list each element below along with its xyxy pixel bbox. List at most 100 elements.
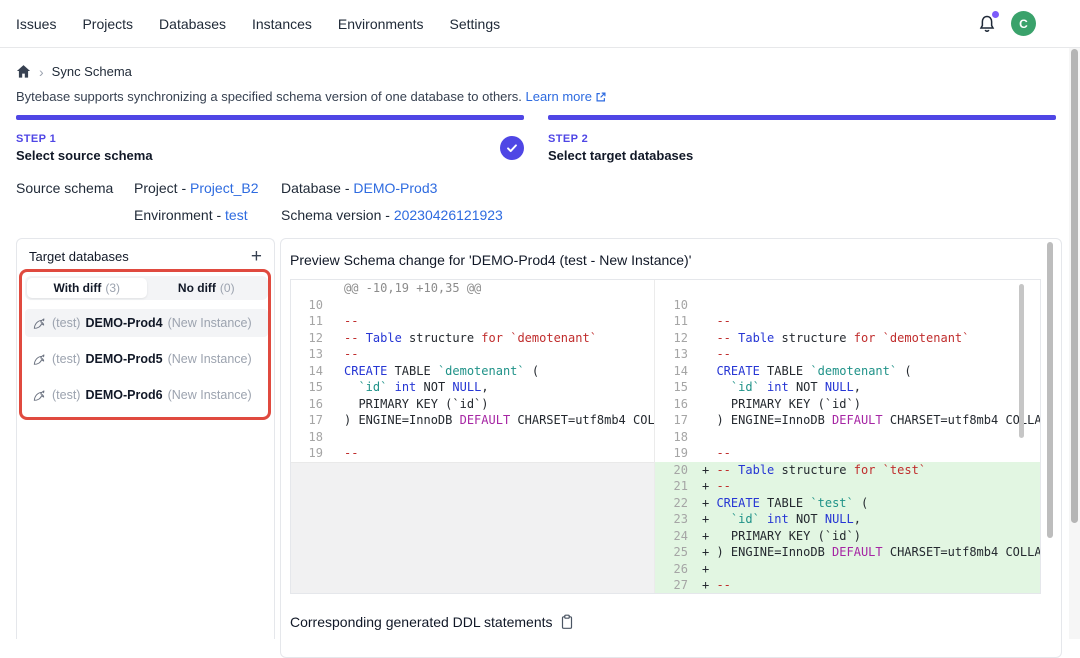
source-environment-field: Environment - test: [134, 207, 248, 223]
diff-row: 25+ ) ENGINE=InnoDB DEFAULT CHARSET=utf8…: [655, 544, 1040, 561]
project-label: Project -: [134, 180, 190, 196]
code-line: + --: [697, 478, 1040, 495]
code-line: +: [697, 561, 1040, 578]
line-number: 12: [655, 330, 697, 347]
step1: STEP 1 Select source schema: [16, 133, 153, 163]
diff-row: 23+ `id` int NOT NULL,: [655, 511, 1040, 528]
notification-badge: [992, 11, 999, 18]
diff-row: 17 ) ENGINE=InnoDB DEFAULT CHARSET=utf8m…: [655, 412, 1040, 429]
breadcrumb-page: Sync Schema: [52, 64, 132, 79]
code-line: PRIMARY KEY (`id`): [697, 396, 1040, 413]
line-number: [291, 280, 332, 297]
code-line: CREATE TABLE `demotenant` (: [332, 363, 654, 380]
breadcrumb: › Sync Schema: [16, 64, 132, 79]
code-line: `id` int NOT NULL,: [332, 379, 654, 396]
target-databases-title: Target databases: [29, 249, 129, 264]
project-link[interactable]: Project_B2: [190, 180, 258, 196]
intro-description: Bytebase supports synchronizing a specif…: [16, 89, 522, 104]
nav-item-databases[interactable]: Databases: [159, 16, 226, 32]
diff-row: 16 PRIMARY KEY (`id`): [291, 396, 654, 413]
diff-row: 12-- Table structure for `demotenant`: [291, 330, 654, 347]
schema-version-link[interactable]: 20230426121923: [394, 207, 503, 223]
nav-item-projects[interactable]: Projects: [82, 16, 133, 32]
database-link[interactable]: DEMO-Prod3: [353, 180, 437, 196]
schema-version-label: Schema version -: [281, 207, 394, 223]
tab-with-diff[interactable]: With diff (3): [27, 278, 147, 298]
line-number: 25: [655, 544, 697, 561]
code-line: --: [332, 313, 654, 330]
target-db-item-demo-prod6[interactable]: (test) DEMO-Prod6 (New Instance): [25, 381, 268, 409]
code-line: `id` int NOT NULL,: [697, 379, 1040, 396]
step2-label: STEP 2: [548, 133, 693, 145]
db-env: (test): [52, 388, 80, 402]
avatar[interactable]: C: [1011, 11, 1036, 36]
notification-bell-icon[interactable]: [977, 14, 997, 34]
line-number: 20: [655, 462, 697, 479]
learn-more-link[interactable]: Learn more: [525, 89, 591, 104]
line-number: 15: [291, 379, 332, 396]
code-line: [332, 429, 654, 446]
diff-row: 18: [291, 429, 654, 446]
code-line: [697, 429, 1040, 446]
diff-editor-scrollbar[interactable]: [1019, 284, 1024, 438]
line-number: 21: [655, 478, 697, 495]
line-number: 24: [655, 528, 697, 545]
code-line: [697, 280, 1040, 297]
preview-panel: Preview Schema change for 'DEMO-Prod4 (t…: [280, 238, 1062, 658]
nav-item-instances[interactable]: Instances: [252, 16, 312, 32]
environment-link[interactable]: test: [225, 207, 248, 223]
code-line: + CREATE TABLE `test` (: [697, 495, 1040, 512]
line-number: 18: [655, 429, 697, 446]
add-target-database-button[interactable]: +: [251, 250, 262, 264]
target-db-item-demo-prod4[interactable]: (test) DEMO-Prod4 (New Instance): [25, 309, 268, 337]
line-number: 10: [655, 297, 697, 314]
code-line: -- Table structure for `demotenant`: [697, 330, 1040, 347]
diff-empty-filler: [291, 462, 654, 594]
diff-row: 14 CREATE TABLE `demotenant` (: [655, 363, 1040, 380]
diff-row: 15 `id` int NOT NULL,: [291, 379, 654, 396]
db-name: DEMO-Prod5: [85, 352, 162, 366]
target-db-item-demo-prod5[interactable]: (test) DEMO-Prod5 (New Instance): [25, 345, 268, 373]
copy-icon[interactable]: [560, 614, 574, 630]
diff-row: 22+ CREATE TABLE `test` (: [655, 495, 1040, 512]
line-number: 19: [291, 445, 332, 462]
line-number: 14: [291, 363, 332, 380]
mysql-icon: [33, 317, 47, 330]
db-suffix: (New Instance): [168, 316, 252, 330]
ddl-statements-label: Corresponding generated DDL statements: [290, 614, 553, 630]
code-line: ) ENGINE=InnoDB DEFAULT CHARSET=utf8mb4 …: [697, 412, 1040, 429]
tab-no-diff[interactable]: No diff (0): [147, 278, 267, 298]
line-number: 13: [291, 346, 332, 363]
diff-row: 27+ --: [655, 577, 1040, 593]
nav-item-settings[interactable]: Settings: [450, 16, 501, 32]
nav-item-environments[interactable]: Environments: [338, 16, 424, 32]
diff-row: 17) ENGINE=InnoDB DEFAULT CHARSET=utf8mb…: [291, 412, 654, 429]
diff-row: 16 PRIMARY KEY (`id`): [655, 396, 1040, 413]
mysql-icon: [33, 353, 47, 366]
diff-row: 19 --: [655, 445, 1040, 462]
line-number: 17: [655, 412, 697, 429]
nav-item-issues[interactable]: Issues: [16, 16, 56, 32]
line-number: 13: [655, 346, 697, 363]
line-number: 15: [655, 379, 697, 396]
breadcrumb-separator: ›: [39, 65, 44, 79]
schema-diff-editor[interactable]: @@ -10,19 +10,35 @@1011--12-- Table stru…: [290, 279, 1041, 594]
diff-pane-modified[interactable]: 1011 --12 -- Table structure for `demote…: [655, 280, 1040, 593]
code-line: ) ENGINE=InnoDB DEFAULT CHARSET=utf8mb4 …: [332, 412, 654, 429]
diff-pane-original[interactable]: @@ -10,19 +10,35 @@1011--12-- Table stru…: [291, 280, 655, 593]
step1-complete-icon: [500, 136, 524, 160]
page-scrollbar-thumb[interactable]: [1071, 49, 1078, 523]
line-number: 18: [291, 429, 332, 446]
preview-panel-scrollbar[interactable]: [1047, 242, 1053, 538]
tab-with-diff-count: (3): [105, 281, 120, 295]
home-icon[interactable]: [16, 64, 31, 79]
code-line: + ) ENGINE=InnoDB DEFAULT CHARSET=utf8mb…: [697, 544, 1040, 561]
diff-row: 14CREATE TABLE `demotenant` (: [291, 363, 654, 380]
code-line: + -- Table structure for `test`: [697, 462, 1040, 479]
diff-row: 24+ PRIMARY KEY (`id`): [655, 528, 1040, 545]
code-line: + PRIMARY KEY (`id`): [697, 528, 1040, 545]
code-line: [332, 297, 654, 314]
code-line: [697, 297, 1040, 314]
db-suffix: (New Instance): [168, 352, 252, 366]
preview-title: Preview Schema change for 'DEMO-Prod4 (t…: [290, 252, 691, 268]
